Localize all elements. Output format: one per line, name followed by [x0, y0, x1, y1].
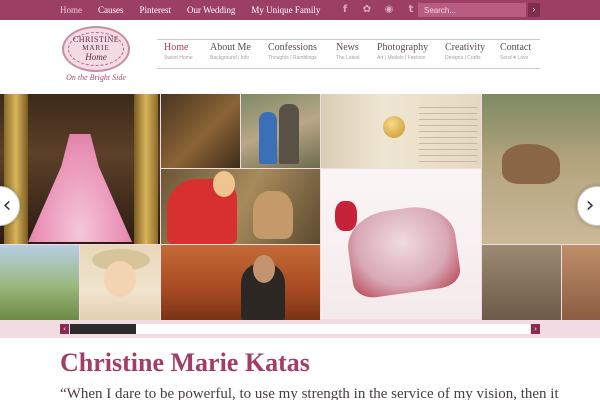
gold-heart-locket [383, 116, 405, 138]
top-bar: Home Causes Pinterest Our Wedding My Uni… [0, 0, 600, 20]
slider-next-button[interactable]: › [531, 324, 540, 334]
gallery-photo-couple[interactable] [241, 94, 320, 168]
nav-sublabel: Sweet Home [164, 55, 193, 61]
nav-sublabel: Background | Info [210, 55, 250, 61]
gallery-photo-children-field[interactable] [0, 245, 79, 320]
gallery-photo-group[interactable] [482, 245, 561, 320]
topnav-our-wedding[interactable]: Our Wedding [187, 0, 235, 20]
rss-icon[interactable]: ◉ [382, 3, 396, 17]
nav-label: Home [164, 42, 189, 53]
nav-label: Contact [500, 42, 532, 53]
red-ribbon [335, 201, 357, 231]
man-head [253, 255, 275, 283]
gold-frame-right [134, 94, 158, 244]
gallery-photo-pink-dress[interactable] [0, 94, 160, 244]
fawn [253, 191, 293, 239]
nav-item-confessions[interactable]: Confessions Thoughts | Ramblings [268, 42, 317, 62]
person-right [279, 104, 299, 164]
nav-item-home[interactable]: Home Sweet Home [164, 42, 193, 62]
book-page [419, 102, 477, 162]
gallery-photo-woman-fawn[interactable] [161, 169, 320, 244]
nav-label: News [336, 42, 359, 53]
gallery-photo-man-canyon[interactable] [161, 245, 320, 320]
topnav-home[interactable]: Home [60, 0, 82, 20]
photo-gallery: ‹ › [0, 94, 600, 320]
search-input[interactable] [418, 3, 526, 17]
top-nav: Home Causes Pinterest Our Wedding My Uni… [60, 0, 336, 20]
nav-item-news[interactable]: News The Latest [336, 42, 360, 62]
nav-item-about-me[interactable]: About Me Background | Info [210, 42, 251, 62]
nav-sublabel: Thoughts | Ramblings [268, 55, 317, 61]
woman-face [213, 171, 235, 197]
search-button[interactable]: › [528, 3, 540, 17]
gallery-photo-deer-park[interactable] [482, 94, 600, 244]
logo-line-3: Home [85, 52, 107, 62]
gallery-photo-vintage-room[interactable] [161, 94, 240, 168]
social-links: f ✿ ◉ t [338, 3, 418, 17]
nav-item-contact[interactable]: Contact Send ♥ Love [500, 42, 531, 62]
topnav-causes[interactable]: Causes [98, 0, 124, 20]
nav-label: Creativity [445, 42, 485, 53]
main-nav: Home Sweet Home About Me Background | In… [157, 39, 540, 69]
intro-quote: “When I dare to be powerful, to use my s… [60, 386, 559, 400]
nav-label: About Me [210, 42, 251, 53]
twitter-icon[interactable]: t [404, 3, 418, 17]
person-left [259, 112, 277, 164]
nav-sublabel: Designs | Crafts [445, 55, 481, 61]
flickr-icon[interactable]: ✿ [360, 3, 374, 17]
site-header: CHRISTINE MARIE Home On the Bright Side … [0, 20, 600, 94]
slider-track[interactable] [70, 324, 530, 334]
gallery-photo-valentine-box[interactable] [321, 169, 481, 319]
heart-box [343, 201, 463, 301]
facebook-icon[interactable]: f [338, 3, 352, 17]
logo-line-2: MARIE [82, 44, 110, 52]
topnav-pinterest[interactable]: Pinterest [140, 0, 172, 20]
logo-tagline: On the Bright Side [66, 73, 126, 82]
page-title: Christine Marie Katas [60, 348, 310, 377]
nav-sublabel: The Latest [336, 55, 360, 61]
deer [502, 144, 560, 184]
site-logo[interactable]: CHRISTINE MARIE Home On the Bright Side [60, 26, 132, 84]
slider-prev-button[interactable]: ‹ [60, 324, 69, 334]
pink-gown [28, 134, 132, 242]
nav-item-creativity[interactable]: Creativity Designs | Crafts [445, 42, 485, 62]
slider-thumb[interactable] [70, 324, 136, 334]
gallery-photo-woman-hat[interactable] [80, 245, 160, 320]
nav-sublabel: Send ♥ Love [500, 55, 529, 61]
gallery-slider: ‹ › [0, 320, 600, 338]
nav-label: Photography [377, 42, 429, 53]
topnav-my-unique-family[interactable]: My Unique Family [251, 0, 320, 20]
woman-face [104, 261, 136, 297]
nav-item-photography[interactable]: Photography Art | Models | Fashion [377, 42, 428, 62]
gallery-photo-partial[interactable] [562, 245, 600, 320]
gallery-photo-book-heart[interactable] [321, 94, 481, 168]
nav-sublabel: Art | Models | Fashion [377, 55, 426, 61]
logo-line-1: CHRISTINE [72, 35, 120, 44]
nav-label: Confessions [268, 42, 317, 53]
